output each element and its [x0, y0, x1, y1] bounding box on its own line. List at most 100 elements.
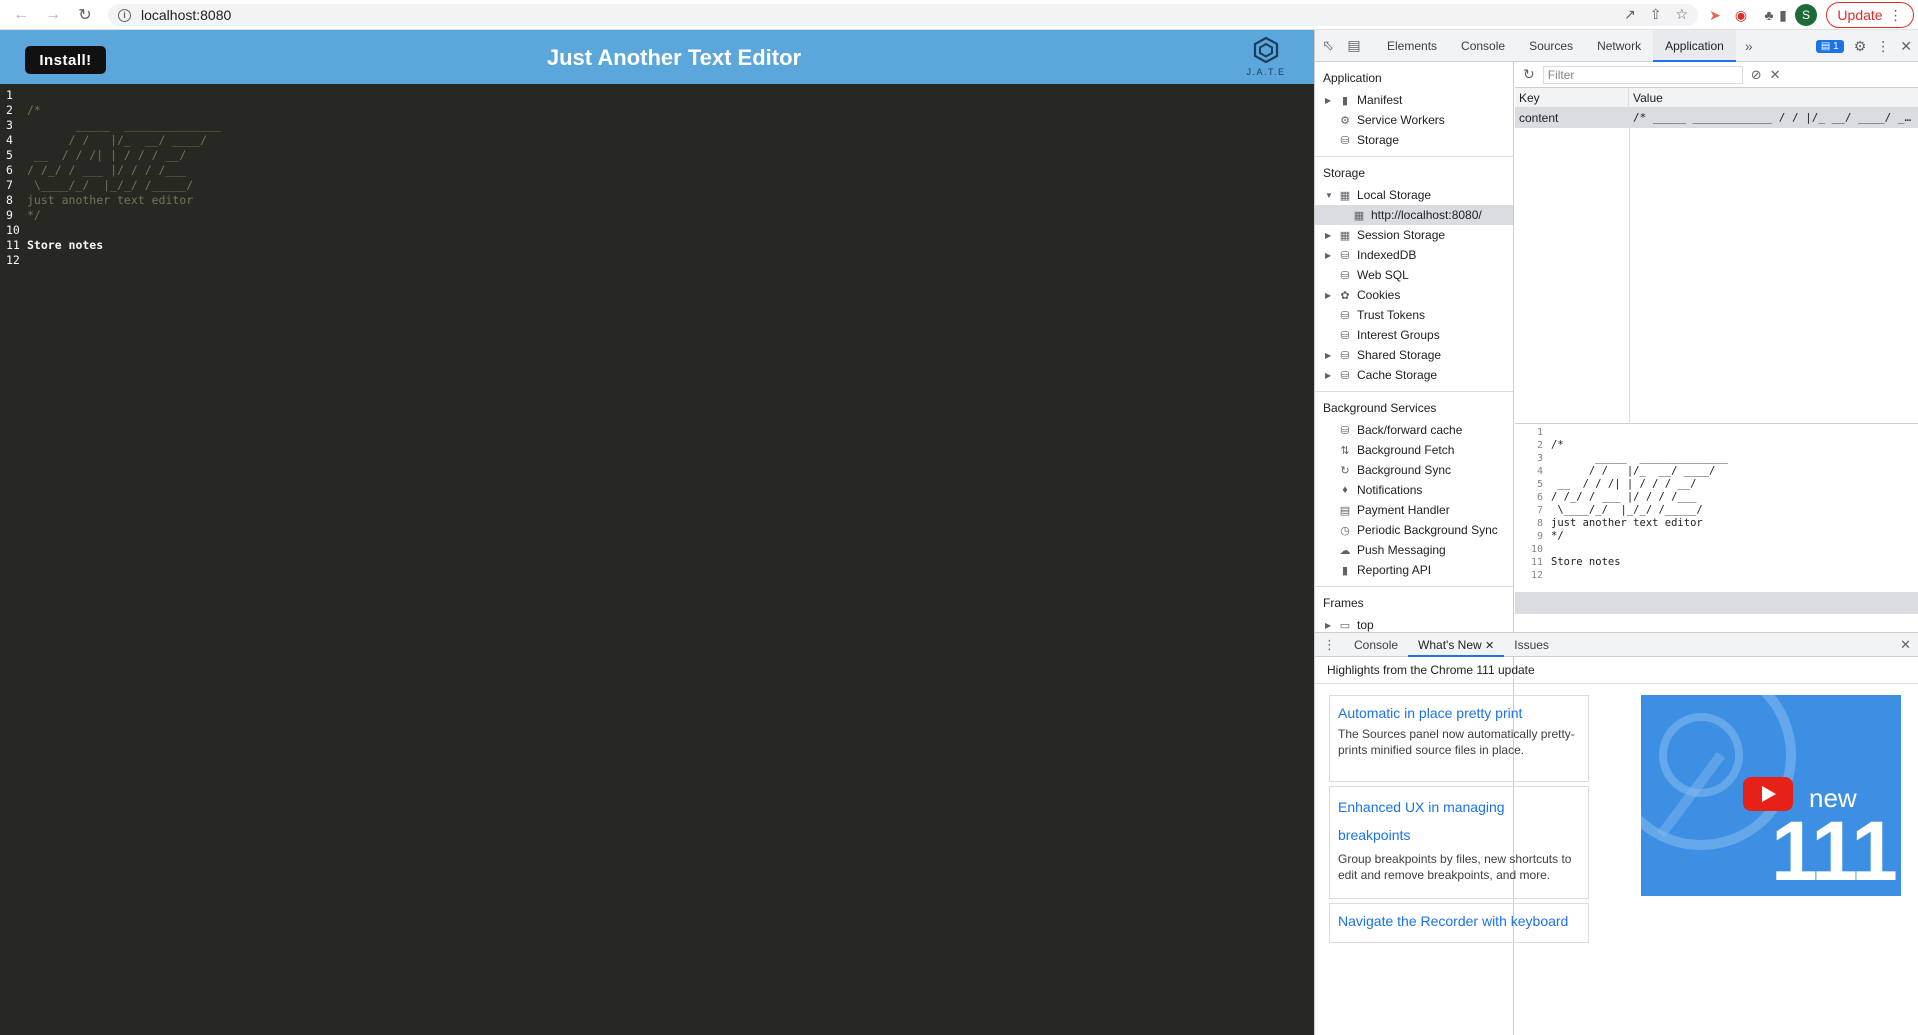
expand-arrow-icon[interactable]: ▶	[1325, 231, 1337, 240]
devtools-tabbar: ⬁ ▤ Elements Console Sources Network App…	[1315, 29, 1918, 62]
card-title-link[interactable]: Navigate the Recorder with keyboard	[1338, 910, 1580, 932]
drawer-tabbar: ⋮ Console What's New ✕ Issues ✕	[1315, 633, 1918, 657]
sidebar-item-background-sync[interactable]: ↻ Background Sync	[1315, 460, 1513, 480]
back-icon[interactable]: ←	[6, 0, 36, 30]
drawer-tab-whats-new[interactable]: What's New ✕	[1408, 633, 1505, 657]
editor-line[interactable]: 6 / /_/ / ___ |/ / / /___	[0, 163, 1314, 178]
more-tabs-icon[interactable]: »	[1736, 38, 1762, 54]
issues-badge[interactable]: ▤ 1	[1815, 39, 1844, 53]
sidebar-item-web-sql[interactable]: ⛁ Web SQL	[1315, 265, 1513, 285]
key-value-table: Key Value content /* _____ ____________ …	[1515, 88, 1918, 424]
card-title-link[interactable]: Enhanced UX in managing breakpoints	[1338, 793, 1580, 849]
whats-new-card[interactable]: Navigate the Recorder with keyboard	[1329, 903, 1589, 943]
editor-line[interactable]: 10	[0, 223, 1314, 238]
sidebar-item-cache-storage[interactable]: ▶ ⛁ Cache Storage	[1315, 365, 1513, 385]
drawer-tab-issues[interactable]: Issues	[1504, 633, 1559, 657]
expand-arrow-icon[interactable]: ▶	[1325, 251, 1337, 260]
expand-arrow-icon[interactable]: ▶	[1325, 351, 1337, 360]
whats-new-card[interactable]: Automatic in place pretty print The Sour…	[1329, 695, 1589, 782]
gear-icon[interactable]: ⚙	[1854, 38, 1867, 55]
forward-icon[interactable]: →	[38, 0, 68, 30]
tab-elements[interactable]: Elements	[1375, 30, 1449, 62]
filter-input[interactable]: Filter	[1542, 65, 1743, 84]
sidebar-item-background-fetch[interactable]: ⇅ Background Fetch	[1315, 440, 1513, 460]
open-in-new-icon[interactable]: ↗	[1624, 6, 1636, 23]
update-button[interactable]: Update ⋮	[1826, 2, 1914, 28]
sidebar-item-local-storage[interactable]: ▼ ▦ Local Storage	[1315, 185, 1513, 205]
clear-all-icon[interactable]: ⊘	[1751, 67, 1762, 83]
whats-new-heading: Highlights from the Chrome 111 update	[1315, 657, 1918, 684]
preview-line-text: __ / / /| | / / / __/	[1551, 478, 1697, 490]
editor-line[interactable]: 12	[0, 253, 1314, 268]
address-bar[interactable]: i localhost:8080 ↗ ⇧ ☆	[108, 4, 1698, 26]
whats-new-card[interactable]: Enhanced UX in managing breakpoints Grou…	[1329, 786, 1589, 899]
tab-sources[interactable]: Sources	[1517, 30, 1585, 62]
inspect-element-icon[interactable]: ⬁	[1315, 37, 1341, 54]
sidebar-item-reporting-api[interactable]: ▮ Reporting API	[1315, 560, 1513, 580]
editor-line[interactable]: 1	[0, 88, 1314, 103]
close-icon[interactable]: ✕	[1900, 38, 1912, 55]
editor-line[interactable]: 8 just another text editor	[0, 193, 1314, 208]
expand-arrow-icon[interactable]: ▶	[1325, 291, 1337, 300]
horizontal-scrollbar[interactable]	[1515, 592, 1918, 614]
whats-new-video-thumbnail[interactable]: new 111	[1641, 695, 1901, 896]
line-number: 1	[6, 88, 13, 102]
reload-icon[interactable]: ↻	[70, 0, 100, 30]
device-toolbar-icon[interactable]: ▤	[1341, 37, 1367, 54]
side-panel-icon[interactable]: ▮	[1772, 4, 1794, 26]
close-tab-icon[interactable]: ✕	[1485, 640, 1494, 652]
sidebar-item-payment-handler[interactable]: ▤ Payment Handler	[1315, 500, 1513, 520]
extension-icon[interactable]: ◉	[1730, 4, 1752, 26]
collapse-arrow-icon[interactable]: ▼	[1325, 191, 1337, 200]
table-row[interactable]: content /* _____ ____________ / / |/_ __…	[1515, 108, 1918, 128]
editor-line[interactable]: 2 /*	[0, 103, 1314, 118]
editor-line[interactable]: 4 / / |/_ __/ ____/	[0, 133, 1314, 148]
expand-arrow-icon[interactable]: ▶	[1325, 371, 1337, 380]
line-text: just another text editor	[27, 193, 194, 207]
close-drawer-icon[interactable]: ✕	[1900, 637, 1911, 653]
editor-line[interactable]: 5 __ / / /| | / / / __/	[0, 148, 1314, 163]
cookie-icon: ✿	[1340, 289, 1350, 302]
expand-arrow-icon[interactable]: ▶	[1325, 621, 1337, 630]
sidebar-item-push-messaging[interactable]: ☁ Push Messaging	[1315, 540, 1513, 560]
sidebar-item-periodic-background-sync[interactable]: ◷ Periodic Background Sync	[1315, 520, 1513, 540]
sidebar-item-back-forward-cache[interactable]: ⛁ Back/forward cache	[1315, 420, 1513, 440]
kebab-menu-icon[interactable]: ⋮	[1876, 38, 1890, 55]
sidebar-item-local-storage-origin[interactable]: ▦ http://localhost:8080/	[1315, 205, 1513, 225]
preview-line: 9 */	[1515, 530, 1918, 543]
editor-line[interactable]: 11 Store notes	[0, 238, 1314, 253]
delete-selected-icon[interactable]: ✕	[1770, 67, 1781, 83]
editor-line[interactable]: 3 _____ ______________	[0, 118, 1314, 133]
sidebar-item-service-workers[interactable]: ⚙ Service Workers	[1315, 110, 1513, 130]
sidebar-item-storage[interactable]: ⛁ Storage	[1315, 130, 1513, 150]
tab-network[interactable]: Network	[1585, 30, 1653, 62]
expand-arrow-icon[interactable]: ▶	[1325, 96, 1337, 105]
drawer-tab-console[interactable]: Console	[1344, 633, 1408, 657]
sidebar-item-cookies[interactable]: ▶ ✿ Cookies	[1315, 285, 1513, 305]
site-info-icon[interactable]: i	[118, 8, 131, 22]
card-title-link[interactable]: Automatic in place pretty print	[1338, 702, 1580, 724]
key-column-header[interactable]: Key	[1515, 88, 1629, 107]
sidebar-item-trust-tokens[interactable]: ⛁ Trust Tokens	[1315, 305, 1513, 325]
preview-line-text: /*	[1551, 439, 1564, 451]
preview-line-text: / /_/ / ___ |/ / / /___	[1551, 491, 1697, 503]
editor-line[interactable]: 7 \____/_/ |_/_/ /_____/	[0, 178, 1314, 193]
sidebar-item-session-storage[interactable]: ▶ ▦ Session Storage	[1315, 225, 1513, 245]
tab-application[interactable]: Application	[1653, 29, 1736, 62]
code-editor[interactable]: 1 2/* 3 _____ ______________ 4 / / |/_ __/ …	[0, 88, 1314, 268]
sidebar-item-manifest[interactable]: ▶ ▮ Manifest	[1315, 90, 1513, 110]
bookmark-star-icon[interactable]: ☆	[1675, 6, 1688, 23]
value-column-header[interactable]: Value	[1629, 88, 1917, 107]
extension-icon[interactable]: ➤	[1704, 4, 1726, 26]
sidebar-item-indexeddb[interactable]: ▶ ⛁ IndexedDB	[1315, 245, 1513, 265]
share-icon[interactable]: ⇧	[1650, 6, 1662, 23]
avatar[interactable]: S	[1795, 4, 1817, 26]
tab-console[interactable]: Console	[1449, 30, 1517, 62]
sidebar-item-notifications[interactable]: ♦ Notifications	[1315, 480, 1513, 500]
editor-line[interactable]: 9 */	[0, 208, 1314, 223]
refresh-icon[interactable]: ↻	[1523, 66, 1535, 83]
drawer-menu-icon[interactable]: ⋮	[1315, 637, 1344, 653]
sidebar-item-shared-storage[interactable]: ▶ ⛁ Shared Storage	[1315, 345, 1513, 365]
cloud-icon: ☁	[1339, 544, 1351, 557]
sidebar-item-interest-groups[interactable]: ⛁ Interest Groups	[1315, 325, 1513, 345]
